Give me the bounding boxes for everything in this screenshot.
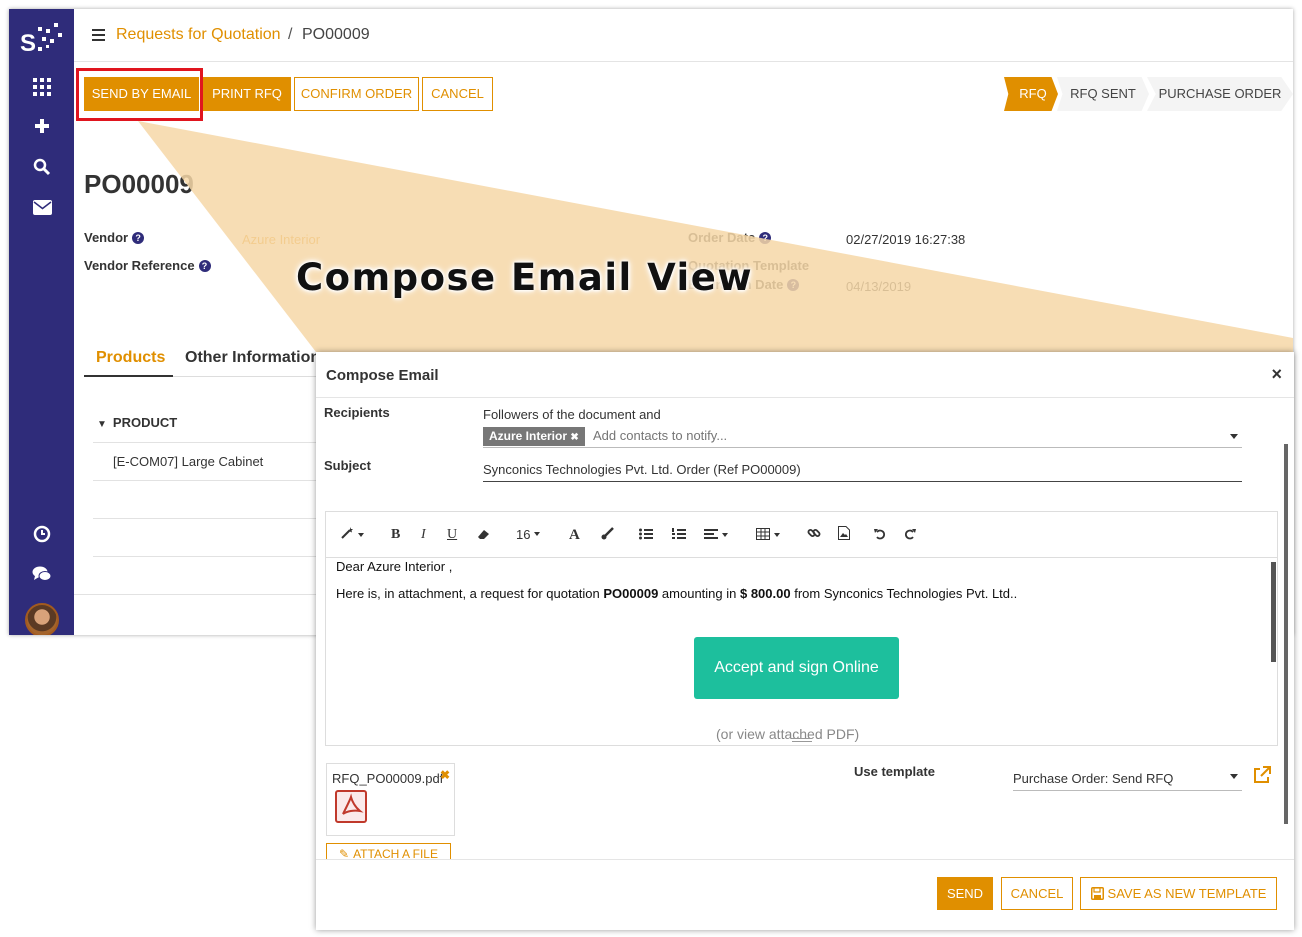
attachment-card: RFQ_PO00009.pdf ✖: [326, 763, 455, 836]
breadcrumb-separator: /: [288, 26, 293, 43]
help-icon[interactable]: ?: [787, 279, 800, 291]
table-icon[interactable]: [756, 526, 780, 544]
vendor-label: Vendor?: [84, 230, 145, 245]
highlight-box: [76, 68, 203, 121]
email-ref: PO00009: [603, 586, 659, 601]
subject-underline: [483, 481, 1242, 482]
order-date-value[interactable]: 02/27/2019 16:27:38: [846, 232, 965, 247]
breadcrumb-current: PO00009: [302, 26, 370, 43]
print-rfq-button[interactable]: PRINT RFQ: [203, 77, 291, 111]
view-pdf-note: (or view attached PDF): [716, 726, 860, 742]
chevron-down-icon[interactable]: [1230, 774, 1238, 779]
email-body-editor[interactable]: B I U 16 A Dear Azure Interior , Here is…: [325, 511, 1278, 746]
underline-icon[interactable]: U: [447, 526, 457, 544]
tab-other-information[interactable]: Other Information: [185, 349, 320, 367]
order-date-label: Order Date?: [688, 230, 772, 245]
external-link-icon[interactable]: [1252, 765, 1272, 785]
bullet-list-icon[interactable]: [639, 526, 653, 544]
remove-attachment-icon[interactable]: ✖: [440, 768, 450, 782]
status-rfq-sent[interactable]: RFQ SENT: [1057, 77, 1149, 111]
row-divider: [74, 594, 324, 595]
dialog-scrollbar[interactable]: [1284, 444, 1288, 824]
recipients-label: Recipients: [324, 405, 390, 420]
dialog-header: Compose Email ×: [316, 352, 1294, 398]
clock-icon[interactable]: [29, 521, 55, 547]
link-icon[interactable]: [807, 526, 821, 544]
compose-email-dialog: Compose Email × Recipients Followers of …: [316, 352, 1294, 930]
dialog-title: Compose Email: [326, 367, 439, 384]
app-logo[interactable]: S: [20, 19, 64, 59]
editor-scrollbar[interactable]: [1271, 562, 1276, 662]
italic-icon[interactable]: I: [421, 526, 426, 544]
font-size-dropdown[interactable]: 16: [516, 526, 541, 544]
vendor-reference-label: Vendor Reference?: [84, 258, 211, 273]
pdf-icon[interactable]: [335, 790, 367, 823]
font-color-icon[interactable]: A: [569, 526, 580, 544]
resize-handle[interactable]: [792, 738, 812, 742]
use-template-label: Use template: [854, 764, 935, 779]
product-column-header[interactable]: ▼ PRODUCT: [97, 415, 177, 430]
tab-products[interactable]: Products: [96, 349, 165, 367]
dialog-footer: SEND CANCEL SAVE AS NEW TEMPLATE: [316, 859, 1294, 930]
row-divider: [93, 518, 325, 519]
status-purchase-order[interactable]: PURCHASE ORDER: [1147, 77, 1293, 111]
accept-sign-online-button[interactable]: Accept and sign Online: [694, 637, 899, 699]
tag-remove-icon[interactable]: ✖: [570, 432, 578, 443]
save-icon: [1090, 887, 1104, 900]
apps-icon[interactable]: [29, 74, 55, 100]
chevron-down-icon[interactable]: [1230, 434, 1238, 439]
cancel-button[interactable]: CANCEL: [422, 77, 493, 111]
help-icon[interactable]: ?: [198, 260, 211, 272]
email-intro-line: Here is, in attachment, a request for qu…: [336, 586, 1018, 601]
subject-input[interactable]: Synconics Technologies Pvt. Ltd. Order (…: [483, 462, 801, 477]
tab-active-underline: [84, 375, 173, 377]
breadcrumb-link[interactable]: Requests for Quotation: [116, 26, 281, 44]
record-title: PO00009: [84, 169, 194, 199]
sidebar: S: [9, 9, 74, 635]
send-button[interactable]: SEND: [937, 877, 993, 910]
mail-icon[interactable]: [29, 194, 55, 220]
user-avatar[interactable]: [25, 603, 59, 635]
image-icon[interactable]: [838, 526, 850, 544]
expiration-date-value[interactable]: 04/13/2019: [846, 279, 911, 294]
eraser-icon[interactable]: [477, 526, 491, 544]
row-divider: [93, 480, 325, 481]
chat-icon[interactable]: [29, 561, 55, 587]
search-icon[interactable]: [29, 154, 55, 180]
row-divider: [93, 556, 325, 557]
redo-icon[interactable]: [904, 526, 916, 544]
vendor-value[interactable]: Azure Interior: [242, 232, 320, 247]
row-divider: [93, 442, 325, 443]
recipients-underline: [483, 447, 1242, 448]
svg-text:S: S: [20, 30, 36, 57]
bold-icon[interactable]: B: [391, 526, 400, 544]
help-icon[interactable]: ?: [132, 232, 145, 244]
email-greeting: Dear Azure Interior ,: [336, 559, 453, 574]
paintbrush-icon[interactable]: [601, 526, 615, 544]
magic-wand-icon[interactable]: [340, 526, 364, 544]
plus-icon[interactable]: [29, 113, 55, 139]
close-icon[interactable]: ×: [1271, 364, 1282, 385]
template-select[interactable]: Purchase Order: Send RFQ: [1013, 771, 1173, 786]
undo-icon[interactable]: [874, 526, 886, 544]
align-icon[interactable]: [704, 526, 728, 544]
top-bar: Requests for Quotation / PO00009: [74, 9, 1293, 62]
subject-label: Subject: [324, 458, 371, 473]
template-underline: [1013, 790, 1242, 791]
menu-toggle-icon[interactable]: [92, 29, 105, 41]
dialog-cancel-button[interactable]: CANCEL: [1001, 877, 1073, 910]
confirm-order-button[interactable]: CONFIRM ORDER: [294, 77, 419, 111]
contacts-input[interactable]: [593, 428, 769, 443]
table-row[interactable]: [E-COM07] Large Cabinet: [113, 454, 263, 469]
recipient-tag: Azure Interior ✖: [483, 427, 585, 446]
recipients-followers-text: Followers of the document and: [483, 407, 661, 422]
editor-toolbar: B I U 16 A: [326, 512, 1277, 558]
email-amount: $ 800.00: [739, 586, 791, 601]
help-icon[interactable]: ?: [759, 232, 772, 244]
save-as-template-button[interactable]: SAVE AS NEW TEMPLATE: [1080, 877, 1277, 910]
status-rfq[interactable]: RFQ: [1004, 77, 1058, 111]
callout-label: Compose Email View: [296, 256, 754, 299]
numbered-list-icon[interactable]: [672, 526, 686, 544]
attachment-name[interactable]: RFQ_PO00009.pdf: [332, 771, 443, 786]
